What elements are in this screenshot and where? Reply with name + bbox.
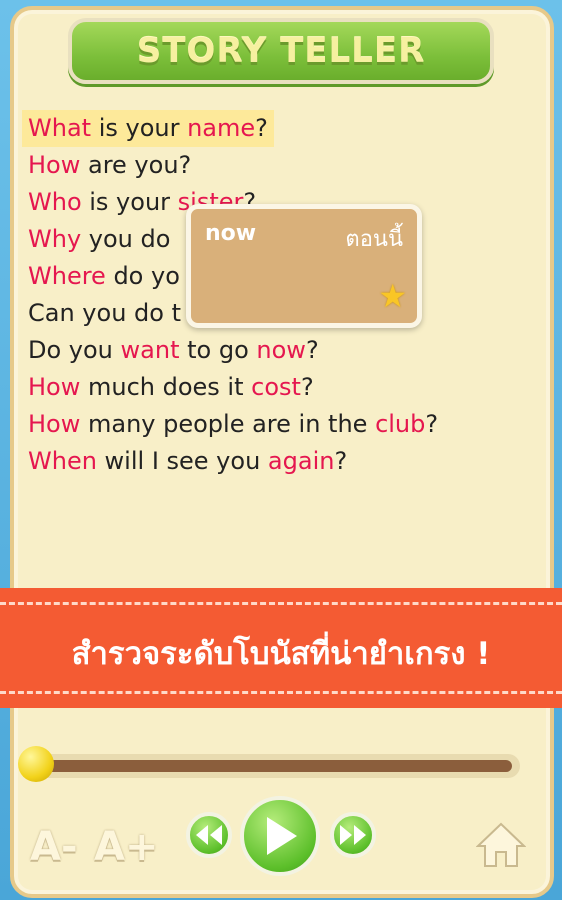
vocab-word[interactable]: now [256, 336, 306, 364]
vocab-word[interactable]: When [28, 447, 97, 475]
sentence-line-active[interactable]: What is your name? [22, 110, 274, 147]
sentence-text: ? [334, 447, 348, 475]
fast-forward-button[interactable] [330, 812, 376, 858]
play-icon [267, 817, 297, 855]
banner-dash-top [0, 602, 562, 605]
slider-knob[interactable] [18, 746, 54, 782]
sentence-line[interactable]: How are you? [22, 147, 542, 184]
sentence-text: many people are in the [80, 410, 376, 438]
popup-word: now [205, 221, 257, 246]
slider-groove [40, 760, 512, 772]
sentence-text: is your [91, 114, 188, 142]
vocab-word[interactable]: again [268, 447, 335, 475]
sentence-text: you do [81, 225, 171, 253]
sentence-text: much does it [80, 373, 252, 401]
sentence-line[interactable]: When will I see you again? [22, 443, 542, 480]
word-popup[interactable]: now ตอนนี้ ★ [186, 204, 422, 328]
vocab-word[interactable]: How [28, 373, 80, 401]
sentence-text: ? [300, 373, 314, 401]
sentence-text: Can you do t [28, 299, 181, 327]
sentence-line[interactable]: How much does it cost? [22, 369, 542, 406]
sentence-text: ? [255, 114, 268, 142]
progress-slider[interactable] [30, 754, 520, 778]
rewind-icon [196, 825, 222, 845]
vocab-word[interactable]: How [28, 410, 80, 438]
vocab-word[interactable]: cost [251, 373, 301, 401]
app-title: STORY TELLER [136, 31, 426, 71]
fast-forward-icon [340, 825, 366, 845]
font-smaller-button[interactable]: A- [30, 824, 78, 870]
sentence-text: will I see you [96, 447, 268, 475]
sentence-line[interactable]: How many people are in the club? [22, 406, 542, 443]
home-icon [475, 822, 527, 867]
sentence-text: is your [81, 188, 178, 216]
sentence-text: are you? [80, 151, 192, 179]
vocab-word[interactable]: Where [28, 262, 106, 290]
title-bar: STORY TELLER [68, 18, 494, 84]
banner-dash-bottom [0, 691, 562, 694]
sentence-text: Do you [28, 336, 121, 364]
sentence-text: ? [305, 336, 319, 364]
sentence-line[interactable]: Do you want to go now? [22, 332, 542, 369]
sentence-text: ? [425, 410, 439, 438]
vocab-word[interactable]: Why [28, 225, 81, 253]
banner-text: สำรวจระดับโบนัสที่น่ายำเกรง ! [71, 636, 491, 672]
sentence-text: to go [179, 336, 257, 364]
star-icon[interactable]: ★ [378, 277, 407, 315]
vocab-word[interactable]: want [121, 336, 180, 364]
vocab-word[interactable]: Who [28, 188, 82, 216]
home-button[interactable] [475, 820, 527, 870]
vocab-word[interactable]: name [187, 114, 255, 142]
vocab-word[interactable]: club [375, 410, 425, 438]
vocab-word[interactable]: What [28, 114, 91, 142]
promo-banner: สำรวจระดับโบนัสที่น่ายำเกรง ! [0, 588, 562, 708]
play-button[interactable] [240, 796, 320, 876]
rewind-button[interactable] [186, 812, 232, 858]
font-larger-button[interactable]: A+ [94, 824, 158, 870]
vocab-word[interactable]: How [28, 151, 80, 179]
sentence-text: do yo [105, 262, 180, 290]
popup-translation: ตอนนี้ [345, 227, 403, 252]
